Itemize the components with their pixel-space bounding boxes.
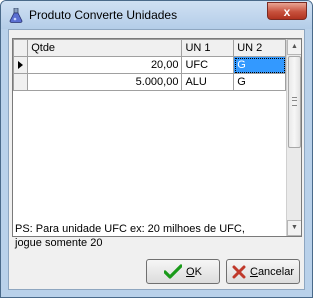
row-indicator[interactable] — [13, 56, 29, 74]
ok-button[interactable]: OK — [146, 259, 220, 284]
cell-qtde[interactable]: 5.000,00 — [27, 73, 183, 91]
hint-line-2: jogue somente 20 — [15, 237, 103, 249]
grip-icon — [292, 97, 297, 106]
table-row[interactable]: 5.000,00 ALU G — [13, 73, 286, 91]
row-indicator[interactable] — [13, 73, 29, 91]
cell-un1[interactable]: ALU — [181, 73, 235, 91]
scroll-up-button[interactable]: ▲ — [287, 39, 301, 55]
cell-qtde[interactable]: 20,00 — [27, 56, 183, 74]
cancel-x-icon — [232, 265, 246, 278]
conversion-grid[interactable]: Qtde UN 1 UN 2 20,00 UFC G 5.000,00 ALU … — [12, 38, 302, 237]
cancel-accelerator: C — [249, 265, 258, 278]
close-icon: x — [283, 5, 291, 19]
column-header-un2[interactable]: UN 2 — [233, 39, 286, 57]
grid-table: Qtde UN 1 UN 2 20,00 UFC G 5.000,00 ALU … — [13, 39, 286, 91]
cell-un1[interactable]: UFC — [181, 56, 235, 74]
dialog-window: Produto Converte Unidades x Qtde UN 1 UN… — [0, 0, 313, 298]
cancel-label-rest: ancelar — [257, 265, 295, 278]
dialog-body: Qtde UN 1 UN 2 20,00 UFC G 5.000,00 ALU … — [8, 29, 305, 290]
grid-indicator-header — [13, 39, 29, 57]
cancel-button[interactable]: Cancelar — [226, 259, 300, 284]
close-button[interactable]: x — [267, 2, 307, 20]
cancel-label: Cancelar — [250, 266, 294, 278]
vertical-scrollbar[interactable]: ▲ ▼ — [286, 39, 301, 236]
arrow-up-icon: ▲ — [291, 43, 298, 50]
cell-un2[interactable]: G — [233, 73, 286, 91]
cell-un2-selected[interactable]: G — [233, 56, 286, 74]
check-icon — [164, 263, 183, 279]
window-title: Produto Converte Unidades — [29, 8, 178, 22]
grid-header-row: Qtde UN 1 UN 2 — [13, 39, 286, 57]
ok-label-rest: K — [194, 265, 202, 278]
title-bar[interactable]: Produto Converte Unidades x — [1, 1, 312, 29]
table-row[interactable]: 20,00 UFC G — [13, 56, 286, 74]
ok-accelerator: O — [186, 265, 195, 278]
ok-label: OK — [186, 266, 202, 278]
hint-text: PS: Para unidade UFC ex: 20 milhoes de U… — [15, 222, 295, 250]
column-header-un1[interactable]: UN 1 — [181, 39, 235, 57]
flask-icon — [9, 8, 23, 23]
current-row-pointer-icon — [18, 61, 23, 69]
column-header-qtde[interactable]: Qtde — [27, 39, 183, 57]
hint-line-1: PS: Para unidade UFC ex: 20 milhoes de U… — [15, 223, 245, 235]
scrollbar-thumb[interactable] — [288, 56, 301, 148]
